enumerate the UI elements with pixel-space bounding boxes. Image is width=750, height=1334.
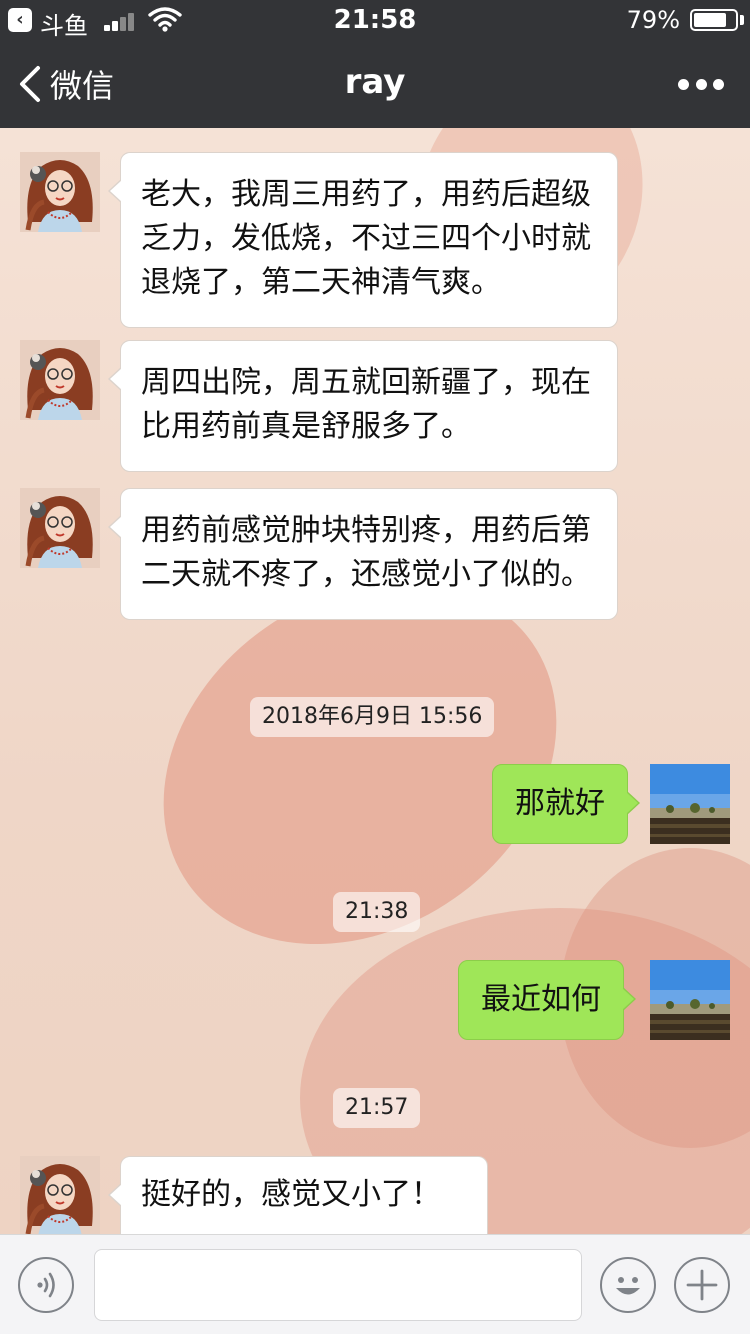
battery-fill bbox=[694, 13, 726, 27]
contact-avatar[interactable] bbox=[20, 488, 100, 568]
message-input[interactable] bbox=[94, 1249, 582, 1321]
timestamp: 21:38 bbox=[333, 892, 421, 932]
incoming-message[interactable]: 老大，我周三用药了，用药后超级乏力，发低烧，不过三四个小时就退烧了，第二天神清气… bbox=[108, 152, 618, 328]
message-text: 周四出院，周五就回新疆了，现在比用药前真是舒服多了。 bbox=[141, 365, 591, 444]
my-avatar[interactable] bbox=[650, 960, 730, 1040]
contact-avatar[interactable] bbox=[20, 152, 100, 232]
timestamp: 2018年6月9日 15:56 bbox=[250, 697, 495, 737]
message-text: 最近如何 bbox=[481, 982, 601, 1017]
incoming-message[interactable]: 挺好的，感觉又小了！ bbox=[108, 1156, 488, 1234]
message-text: 挺好的，感觉又小了！ bbox=[141, 1177, 441, 1212]
outgoing-message[interactable]: 那就好 bbox=[492, 764, 640, 844]
contact-avatar[interactable] bbox=[20, 1156, 100, 1236]
plus-icon[interactable] bbox=[674, 1257, 730, 1313]
input-bar bbox=[0, 1234, 750, 1334]
incoming-message[interactable]: 用药前感觉肿块特别疼，用药后第二天就不疼了，还感觉小了似的。 bbox=[108, 488, 618, 620]
contact-avatar[interactable] bbox=[20, 340, 100, 420]
more-icon[interactable] bbox=[678, 70, 724, 98]
voice-icon[interactable] bbox=[18, 1257, 74, 1313]
incoming-message[interactable]: 周四出院，周五就回新疆了，现在比用药前真是舒服多了。 bbox=[108, 340, 618, 472]
chat-title: ray bbox=[344, 62, 406, 102]
outgoing-message[interactable]: 最近如何 bbox=[458, 960, 636, 1040]
battery-percent: 79% bbox=[626, 6, 680, 34]
message-text: 用药前感觉肿块特别疼，用药后第二天就不疼了，还感觉小了似的。 bbox=[141, 513, 591, 592]
battery-tip bbox=[740, 15, 744, 25]
status-bar: ‹ 斗鱼 21:58 79% bbox=[0, 0, 750, 40]
emoji-icon[interactable] bbox=[600, 1257, 656, 1313]
message-text: 老大，我周三用药了，用药后超级乏力，发低烧，不过三四个小时就退烧了，第二天神清气… bbox=[141, 177, 591, 300]
battery-icon bbox=[690, 9, 738, 31]
timestamp: 21:57 bbox=[333, 1088, 421, 1128]
nav-bar: 微信 ray bbox=[0, 40, 750, 128]
my-avatar[interactable] bbox=[650, 764, 730, 844]
message-text: 那就好 bbox=[515, 786, 605, 821]
